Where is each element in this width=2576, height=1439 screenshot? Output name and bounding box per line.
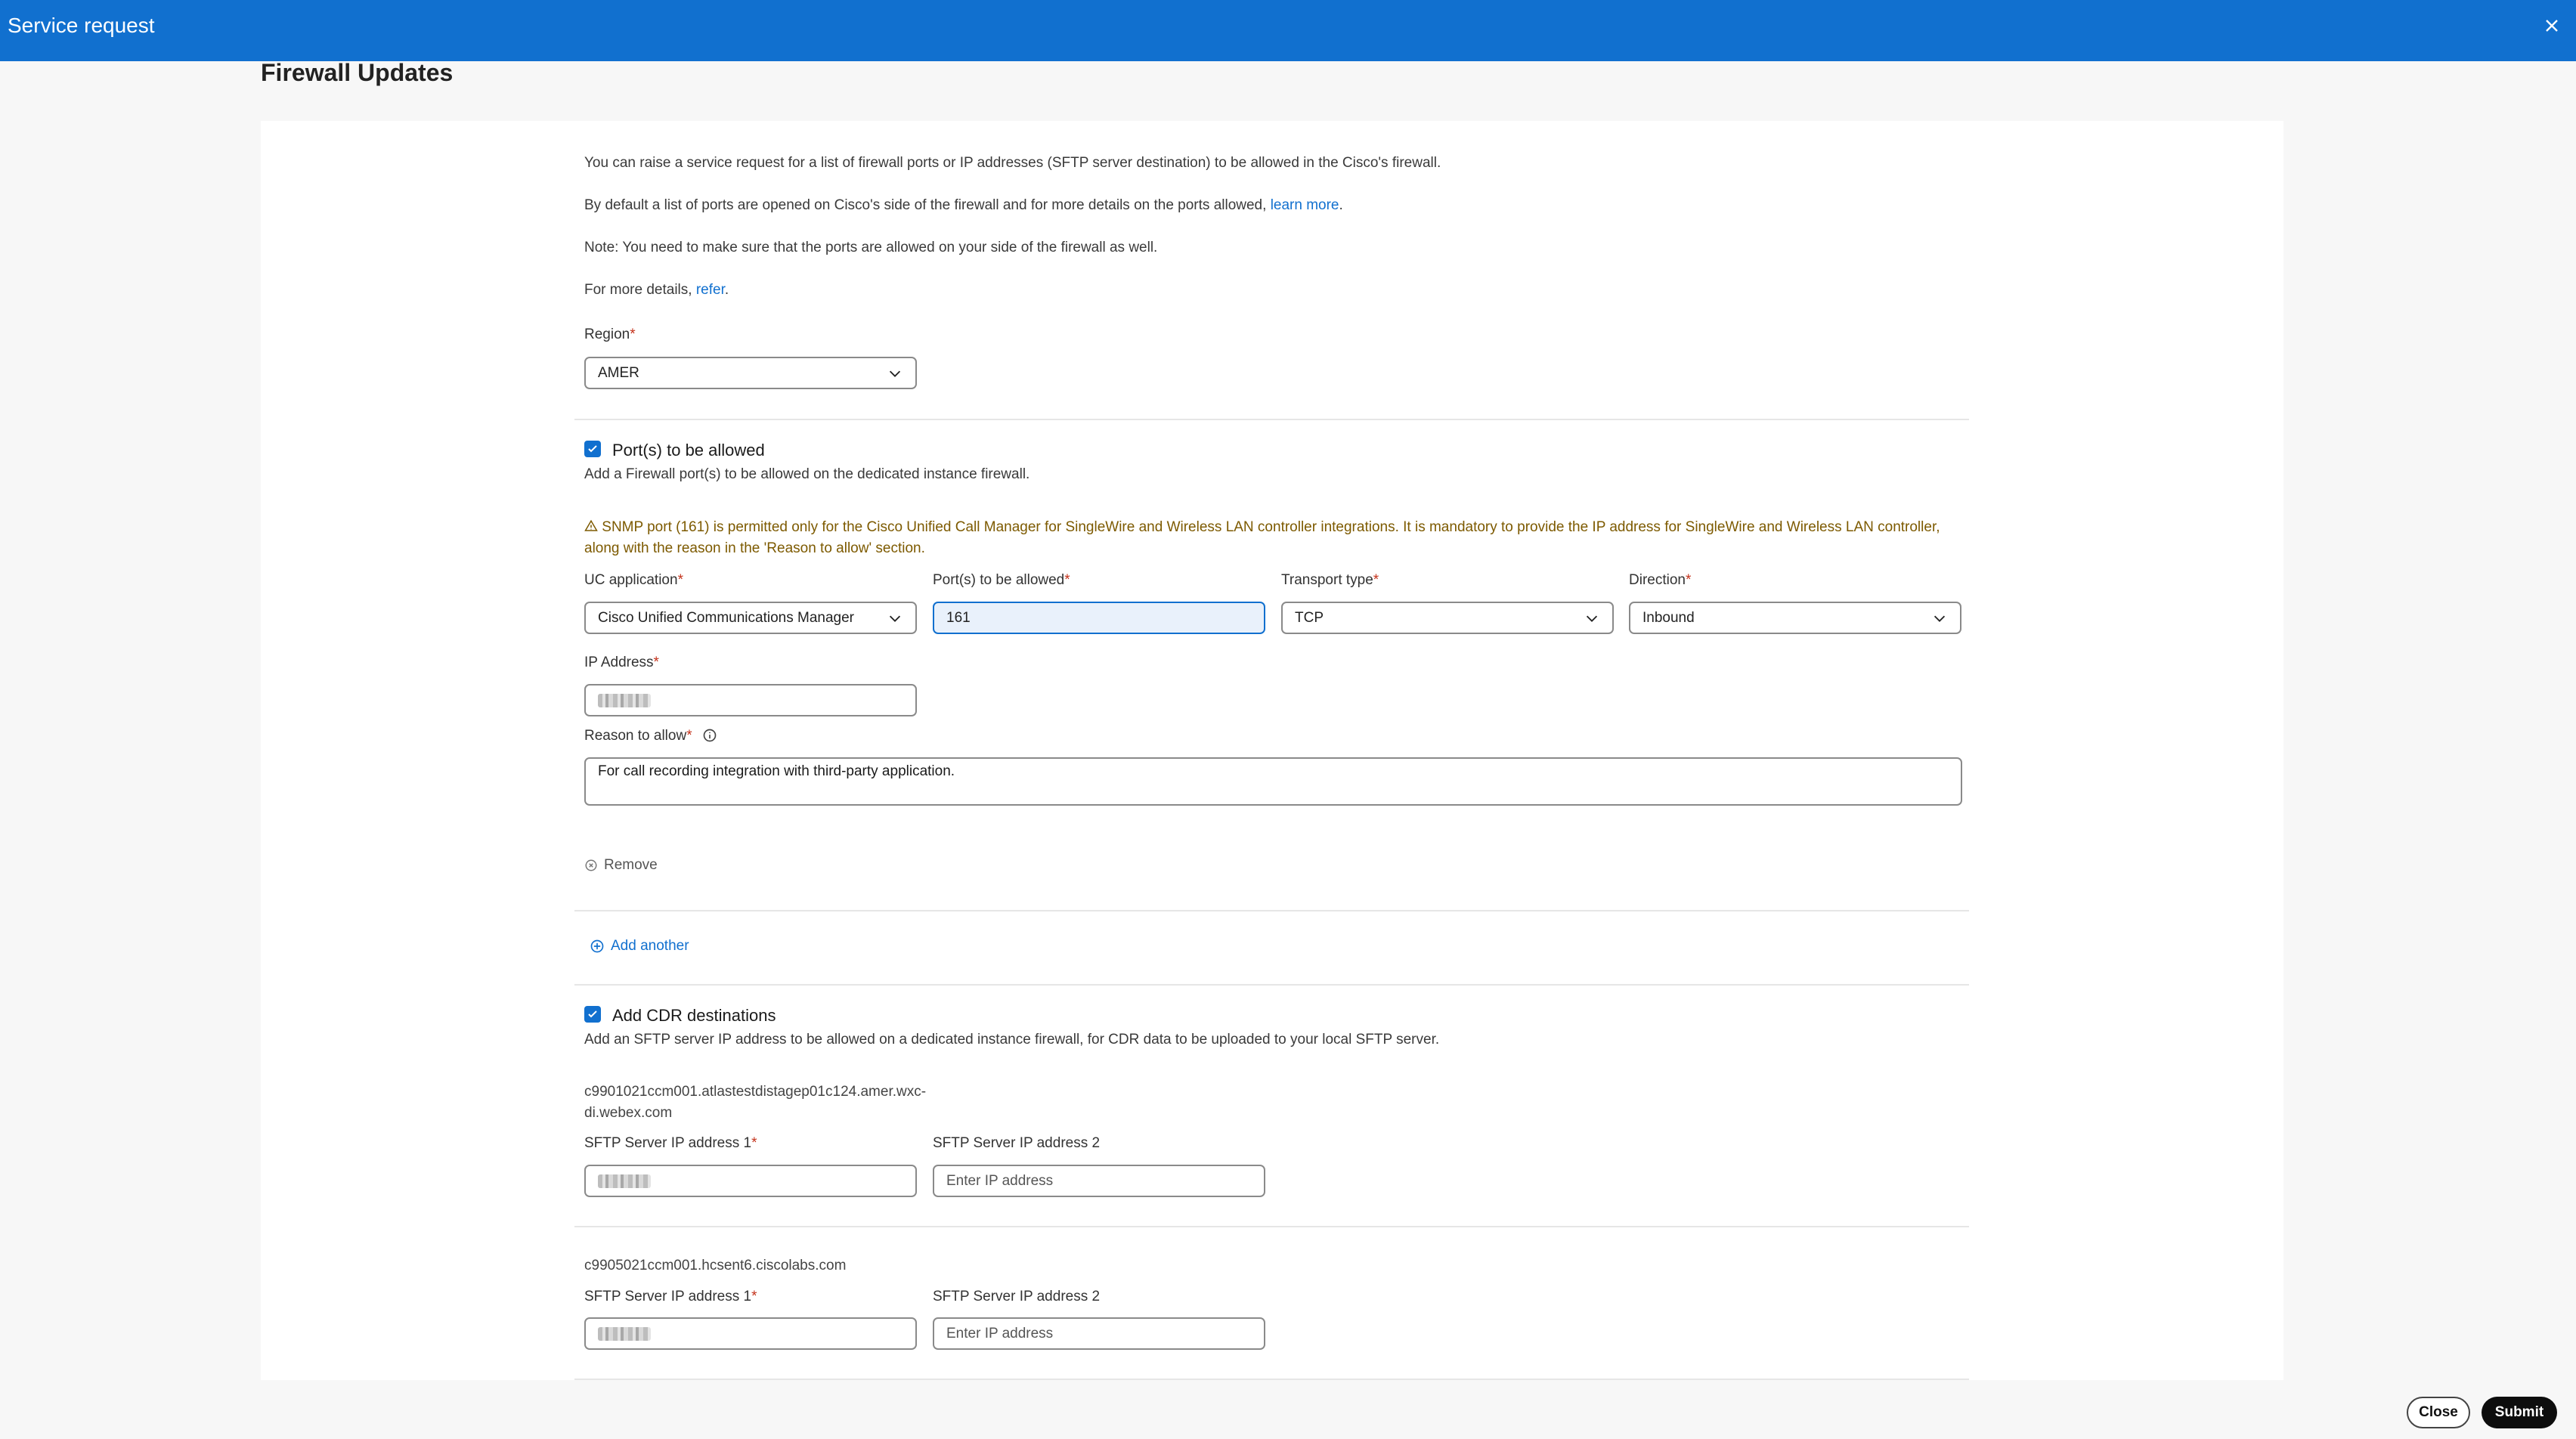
- ports-label-text: Port(s) to be allowed: [933, 572, 1065, 588]
- intro-paragraph-1: You can raise a service request for a li…: [584, 155, 1441, 171]
- required-marker: *: [1064, 572, 1070, 588]
- sftp-ip1-label-text: SFTP Server IP address 1: [584, 1289, 752, 1304]
- ports-label: Port(s) to be allowed*: [933, 572, 1070, 589]
- region-label: Region*: [584, 326, 636, 343]
- ports-input-value: 161: [946, 609, 971, 626]
- region-label-text: Region: [584, 326, 630, 342]
- remove-circle-icon: [585, 859, 597, 871]
- region-select[interactable]: AMER: [584, 357, 917, 389]
- chevron-down-icon: [1934, 615, 1946, 622]
- uc-application-label: UC application*: [584, 572, 683, 589]
- intro-paragraph-4-text: For more details,: [584, 282, 696, 298]
- submit-button[interactable]: Submit: [2482, 1397, 2557, 1428]
- sftp-ip2-placeholder: Enter IP address: [946, 1172, 1054, 1189]
- intro-paragraph-4: For more details, refer.: [584, 282, 729, 299]
- close-icon[interactable]: [2541, 15, 2562, 36]
- cdr-section-title: Add CDR destinations: [612, 1006, 776, 1025]
- region-select-value: AMER: [598, 364, 639, 381]
- sftp-ip2-label: SFTP Server IP address 2: [933, 1289, 1101, 1304]
- intro-paragraph-2-end: .: [1339, 197, 1343, 213]
- reason-textarea[interactable]: For call recording integration with thir…: [584, 757, 1962, 806]
- sftp-ip2-label: SFTP Server IP address 2: [933, 1135, 1101, 1151]
- required-marker: *: [1373, 572, 1379, 588]
- page-title: Firewall Updates: [261, 59, 454, 86]
- learn-more-link[interactable]: learn more: [1271, 197, 1339, 213]
- direction-select[interactable]: Inbound: [1629, 602, 1961, 634]
- section-divider: [574, 984, 1969, 986]
- reason-label: Reason to allow*: [584, 728, 717, 744]
- cdr-host-name: c9905021ccm001.hcsent6.ciscolabs.com: [584, 1258, 847, 1273]
- intro-paragraph-4-end: .: [724, 282, 729, 298]
- direction-value: Inbound: [1643, 609, 1695, 626]
- add-another-label: Add another: [611, 938, 689, 954]
- ports-checkbox[interactable]: [584, 441, 601, 457]
- intro-paragraph-3: Note: You need to make sure that the por…: [584, 240, 1158, 255]
- direction-label-text: Direction: [1629, 572, 1686, 588]
- sftp-ip1-input[interactable]: [584, 1317, 917, 1350]
- modal-title: Service request: [8, 14, 155, 37]
- checkmark-icon: [588, 445, 597, 453]
- required-marker: *: [653, 655, 659, 670]
- required-marker: *: [1685, 572, 1692, 588]
- ports-section-description: Add a Firewall port(s) to be allowed on …: [584, 466, 1030, 482]
- redacted-value: [598, 693, 651, 707]
- redacted-value: [598, 1326, 651, 1341]
- cdr-checkbox[interactable]: [584, 1006, 601, 1023]
- refer-link[interactable]: refer: [696, 282, 725, 298]
- sftp-ip1-label: SFTP Server IP address 1*: [584, 1289, 757, 1305]
- reason-textarea-value: For call recording integration with thir…: [598, 763, 955, 779]
- checkmark-icon: [588, 1010, 597, 1018]
- transport-type-select[interactable]: TCP: [1281, 602, 1614, 634]
- modal-header: Service request: [0, 0, 2576, 61]
- remove-button[interactable]: Remove: [584, 857, 658, 874]
- intro-paragraph-2-text: By default a list of ports are opened on…: [584, 197, 1271, 213]
- uc-application-label-text: UC application: [584, 572, 678, 588]
- snmp-warning: SNMP port (161) is permitted only for th…: [584, 517, 1960, 559]
- ip-address-label-text: IP Address: [584, 655, 654, 670]
- snmp-warning-text: SNMP port (161) is permitted only for th…: [584, 519, 1940, 556]
- ip-address-label: IP Address*: [584, 655, 659, 671]
- required-marker: *: [677, 572, 683, 588]
- plus-circle-icon: [590, 939, 604, 953]
- close-button[interactable]: Close: [2407, 1397, 2470, 1428]
- reason-label-text: Reason to allow: [584, 728, 687, 744]
- cdr-section-description: Add an SFTP server IP address to be allo…: [584, 1032, 1440, 1048]
- section-divider: [574, 1379, 1969, 1380]
- uc-application-value: Cisco Unified Communications Manager: [598, 609, 854, 626]
- transport-type-label: Transport type*: [1281, 572, 1379, 589]
- section-divider: [574, 419, 1969, 420]
- transport-type-label-text: Transport type: [1281, 572, 1373, 588]
- sftp-ip2-input[interactable]: Enter IP address: [933, 1165, 1265, 1197]
- sftp-ip1-input[interactable]: [584, 1165, 917, 1197]
- sftp-ip2-input[interactable]: Enter IP address: [933, 1317, 1265, 1350]
- chevron-down-icon: [889, 370, 901, 377]
- ip-address-input[interactable]: [584, 684, 917, 716]
- remove-label: Remove: [604, 857, 658, 873]
- warning-icon: [584, 519, 598, 531]
- chevron-down-icon: [1586, 615, 1598, 622]
- uc-application-select[interactable]: Cisco Unified Communications Manager: [584, 602, 917, 634]
- direction-label: Direction*: [1629, 572, 1691, 589]
- required-marker: *: [751, 1135, 757, 1151]
- section-divider: [574, 910, 1969, 911]
- add-another-button[interactable]: Add another: [590, 938, 689, 955]
- redacted-value: [598, 1174, 651, 1188]
- ports-input[interactable]: 161: [933, 602, 1265, 634]
- chevron-down-icon: [889, 615, 901, 622]
- sftp-ip1-label: SFTP Server IP address 1*: [584, 1135, 757, 1152]
- cdr-host-name: c9901021ccm001.atlastestdistagep01c124.a…: [584, 1084, 927, 1121]
- form-card: [261, 121, 2283, 1380]
- intro-paragraph-2: By default a list of ports are opened on…: [584, 197, 1343, 214]
- info-icon[interactable]: [702, 728, 717, 743]
- required-marker: *: [686, 728, 692, 744]
- required-marker: *: [751, 1289, 757, 1304]
- ports-section-title: Port(s) to be allowed: [612, 441, 765, 460]
- sftp-ip1-label-text: SFTP Server IP address 1: [584, 1135, 752, 1151]
- section-divider: [574, 1226, 1969, 1227]
- sftp-ip2-placeholder: Enter IP address: [946, 1325, 1054, 1342]
- required-marker: *: [630, 326, 636, 342]
- transport-type-value: TCP: [1295, 609, 1324, 626]
